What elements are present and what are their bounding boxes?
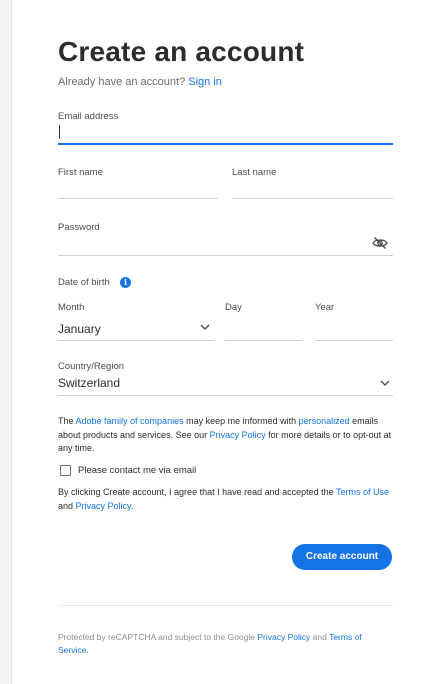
agree-text: . (130, 500, 134, 511)
footer-text: and (310, 632, 330, 642)
dob-label: Date of birth (58, 277, 110, 288)
privacy-policy-link[interactable]: Privacy Policy (76, 501, 131, 511)
create-account-button[interactable]: Create account (292, 544, 392, 570)
first-name-field[interactable] (58, 178, 218, 198)
country-value: Switzerland (58, 376, 121, 390)
google-privacy-link[interactable]: Privacy Policy (257, 632, 310, 642)
email-contact-checkbox[interactable]: Please contact me via email (58, 463, 258, 477)
checkbox-box[interactable] (60, 465, 71, 476)
last-name-underline (232, 198, 393, 199)
text-caret (59, 125, 60, 139)
country-select[interactable]: Switzerland (58, 373, 393, 393)
checkbox-label: Please contact me via email (78, 465, 197, 476)
signin-prompt: Already have an account? Sign in (58, 76, 222, 88)
agree-text: and (58, 500, 76, 511)
consent-text: The (58, 416, 76, 426)
signin-prompt-text: Already have an account? (58, 76, 186, 88)
personalized-link[interactable]: personalized (299, 416, 350, 426)
consent-text: may keep me informed with (183, 416, 299, 426)
chevron-down-icon (200, 324, 210, 331)
agree-text: By clicking Create account, I agree that… (58, 487, 337, 497)
signin-link[interactable]: Sign in (188, 76, 222, 88)
page-left-edge (0, 0, 12, 684)
chevron-down-icon (380, 380, 390, 387)
month-select[interactable]: January (58, 319, 214, 339)
month-label: Month (58, 302, 85, 313)
eye-slash-icon[interactable] (372, 236, 388, 250)
terms-agreement-text: By clicking Create account, I agree that… (58, 486, 393, 513)
email-underline (58, 143, 393, 145)
recaptcha-notice: Protected by reCAPTCHA and subject to th… (58, 631, 393, 657)
last-name-field[interactable] (232, 178, 393, 198)
password-field[interactable] (58, 234, 368, 254)
country-underline (58, 395, 393, 396)
year-field[interactable] (315, 319, 393, 339)
marketing-consent-text: The Adobe family of companies may keep m… (58, 415, 393, 456)
country-label: Country/Region (58, 361, 125, 372)
first-name-label: First name (58, 167, 103, 178)
day-label: Day (225, 302, 242, 313)
adobe-family-link[interactable]: Adobe family of companies (76, 416, 184, 426)
terms-of-use-link[interactable]: Terms of Use (336, 487, 389, 497)
footer-text: . (86, 645, 89, 655)
last-name-label: Last name (232, 167, 277, 178)
month-value: January (58, 322, 101, 336)
year-label: Year (315, 302, 335, 313)
day-field[interactable] (225, 319, 302, 339)
privacy-policy-link[interactable]: Privacy Policy (210, 430, 266, 440)
password-label: Password (58, 222, 100, 233)
day-underline (225, 340, 302, 341)
month-underline (58, 340, 214, 341)
first-name-underline (58, 198, 218, 199)
year-underline (315, 340, 393, 341)
email-label: Email address (58, 111, 119, 122)
footer-text: Protected by reCAPTCHA and subject to th… (58, 632, 258, 642)
footer-divider (58, 605, 393, 606)
password-underline (58, 255, 393, 256)
page-title: Create an account (58, 36, 305, 67)
info-icon[interactable]: i (120, 277, 131, 288)
signup-form: Create an account Already have an accoun… (58, 0, 393, 684)
email-field[interactable] (58, 124, 393, 144)
